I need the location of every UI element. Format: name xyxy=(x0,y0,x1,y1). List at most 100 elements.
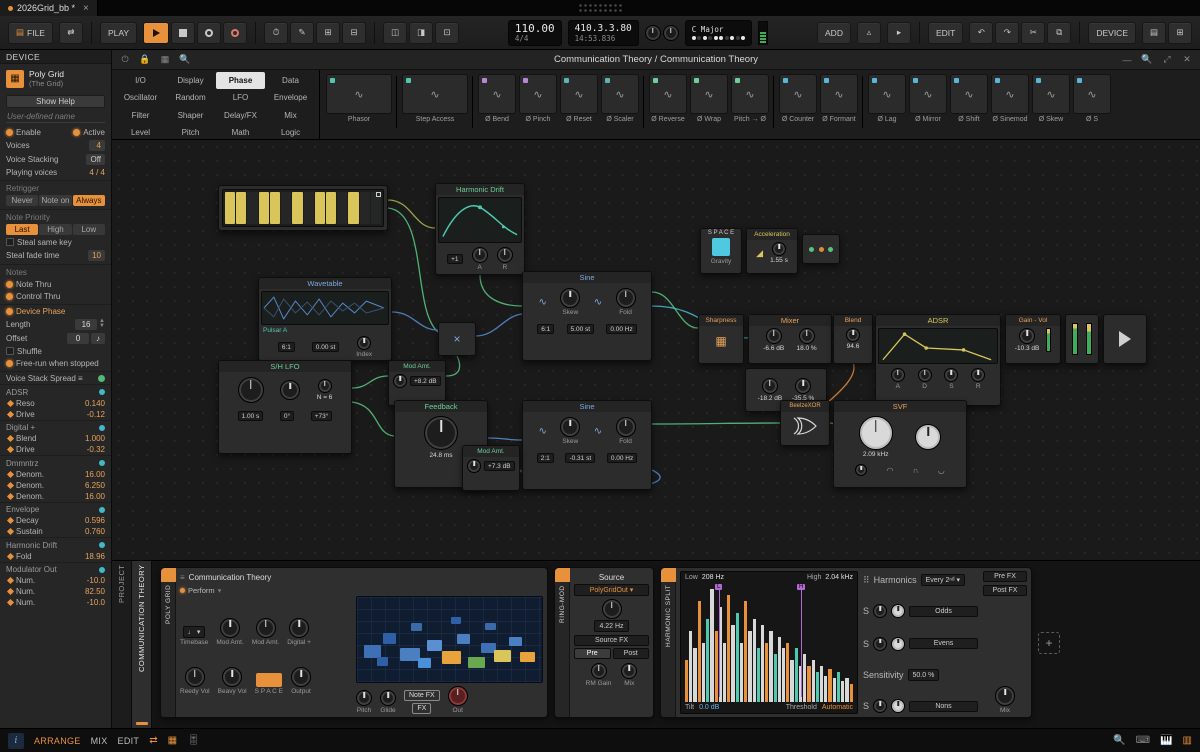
bandpass-icon[interactable]: ∩ xyxy=(913,466,919,475)
note-fx-slot[interactable]: Note FX xyxy=(404,690,440,701)
arrange-view-button[interactable]: ARRANGE xyxy=(34,736,81,746)
module-category-tab[interactable]: Random xyxy=(166,90,215,107)
close-project-icon[interactable]: × xyxy=(83,3,89,14)
blend-knob[interactable] xyxy=(846,328,860,342)
record-button[interactable] xyxy=(197,22,221,44)
cutoff-knob[interactable] xyxy=(859,416,893,450)
automation-write-button[interactable]: ✎ xyxy=(290,22,314,44)
enable-toggle[interactable] xyxy=(6,129,13,136)
mix-view-button[interactable]: MIX xyxy=(91,736,108,746)
preset-name[interactable]: Communication Theory xyxy=(189,573,272,582)
inspector-header[interactable]: DEVICE xyxy=(0,50,111,64)
perform-select[interactable]: Perform xyxy=(188,586,215,595)
ring-mod-strip[interactable]: RING-MOD xyxy=(555,568,570,717)
ratio-select[interactable]: 6:1 xyxy=(278,342,295,352)
ring-freq-value[interactable]: 4.22 Hz xyxy=(594,620,628,632)
palette-module-tile[interactable]: ∿ Step Access xyxy=(402,74,468,123)
tab-communication-theory[interactable]: COMMUNICATION THEORY xyxy=(132,561,152,728)
follow-button[interactable]: ▸ xyxy=(887,22,911,44)
module-svf[interactable]: SVF 2.09 kHz ◠ ∩ ◡ xyxy=(833,400,967,488)
punch-out-button[interactable]: ⊟ xyxy=(342,22,366,44)
rate-value[interactable]: 1.00 s xyxy=(238,411,264,421)
ring-freq-knob[interactable] xyxy=(602,599,622,619)
param-group-header[interactable]: Digital + xyxy=(0,420,111,434)
fx-slot[interactable]: FX xyxy=(412,703,431,714)
mixer-gain-knob[interactable] xyxy=(766,328,782,344)
file-menu-button[interactable]: ▤FILE xyxy=(8,22,53,44)
spread-mod-icon[interactable] xyxy=(98,375,105,382)
phase-knob[interactable] xyxy=(280,380,300,400)
add-track-button[interactable]: ADD xyxy=(817,22,851,44)
zoom-icon[interactable]: 🔍 xyxy=(1113,735,1125,746)
zoom-icon[interactable]: 🔍 xyxy=(1140,54,1154,65)
mixer-strip-icon[interactable]: 🎚 xyxy=(187,735,200,746)
param-row[interactable]: Num. -10.0 xyxy=(0,597,111,608)
pre-button[interactable]: Pre xyxy=(574,648,611,659)
ratio-select[interactable]: 2:1 xyxy=(537,453,554,463)
palette-module-tile[interactable]: ∿ Ø Skew xyxy=(1032,74,1070,123)
palette-module-tile[interactable]: ∿ Ø Lag xyxy=(868,74,906,123)
mod-amount-value[interactable]: +8.2 dB xyxy=(410,376,441,386)
tab-project[interactable]: PROJECT xyxy=(112,561,132,728)
module-mixer[interactable]: Mixer -6.6 dB 18.0 % xyxy=(748,314,832,364)
freq-value[interactable]: 0.00 Hz xyxy=(607,453,637,463)
edit-menu-button[interactable]: EDIT xyxy=(928,22,963,44)
time-signature[interactable]: 4/4 xyxy=(515,34,529,43)
pitch-knob[interactable] xyxy=(356,690,372,706)
param-row[interactable]: Drive -0.32 xyxy=(0,444,111,455)
tune-value[interactable]: 0.00 st xyxy=(312,342,340,352)
clip-grid-icon[interactable]: ▦ xyxy=(168,735,177,746)
high-freq-value[interactable]: 2.04 kHz xyxy=(825,574,853,581)
expand-device-button[interactable]: ⊞ xyxy=(1168,22,1192,44)
palette-module-tile[interactable]: ∿ Ø Reverse xyxy=(649,74,687,123)
lowpass-icon[interactable]: ◠ xyxy=(887,466,894,475)
low-split-marker[interactable]: L xyxy=(719,586,720,697)
palette-module-tile[interactable]: ∿ Ø Shift xyxy=(950,74,988,123)
device-enable-toggle[interactable] xyxy=(661,568,676,582)
module-category-tab[interactable]: I/O xyxy=(116,72,165,89)
active-toggle[interactable] xyxy=(73,129,80,136)
segment-option[interactable]: High xyxy=(39,224,71,235)
meter-panel-icon[interactable]: ▥ xyxy=(1183,735,1192,746)
device-harmonic-split[interactable]: HARMONIC SPLIT Low208 Hz High2.04 kHz L … xyxy=(660,567,1032,718)
segment-option[interactable]: Never xyxy=(6,195,38,206)
device-panel-button[interactable]: ▤ xyxy=(1142,22,1166,44)
param-group-header[interactable]: Dmmntrz xyxy=(0,455,111,469)
module-gates[interactable] xyxy=(218,185,388,231)
reedy-vol-knob[interactable] xyxy=(185,667,205,687)
palette-module-tile[interactable]: ∿ Ø Formant xyxy=(820,74,858,123)
add-device-button[interactable]: + xyxy=(1038,632,1060,654)
nons-width-knob[interactable] xyxy=(891,699,905,713)
resonance-knob[interactable] xyxy=(915,424,941,450)
palette-module-tile[interactable]: ∿ Ø Sinemod xyxy=(991,74,1029,123)
index-knob[interactable] xyxy=(357,336,371,350)
attack-knob[interactable] xyxy=(891,368,905,382)
control-thru-toggle[interactable] xyxy=(6,293,13,300)
module-category-tab[interactable]: Pitch xyxy=(166,125,215,142)
offset-unit[interactable]: ♪ xyxy=(91,333,105,344)
odds-gain-knob[interactable] xyxy=(873,604,887,618)
info-icon[interactable]: i xyxy=(8,733,24,749)
tempo-display[interactable]: 110.00 4/4 xyxy=(508,20,562,46)
param-row[interactable]: Blend 1.000 xyxy=(0,433,111,444)
level-knob[interactable] xyxy=(762,378,778,394)
beavy-vol-knob[interactable] xyxy=(222,667,242,687)
post-fx-button[interactable]: Post FX xyxy=(983,585,1027,596)
digital-plus-knob[interactable] xyxy=(289,618,309,638)
mod-amount-knob[interactable] xyxy=(467,459,481,473)
palette-module-tile[interactable]: ∿ Ø Counter xyxy=(779,74,817,123)
length-stepper[interactable]: ▲▼ xyxy=(99,319,105,329)
high-split-marker[interactable]: H xyxy=(801,586,802,697)
space-pad[interactable] xyxy=(712,238,730,256)
module-beelzexor[interactable]: BeelzeXOR xyxy=(780,400,830,446)
module-gain-vol[interactable]: Gain - Vol -10.3 dB xyxy=(1005,314,1061,364)
palette-module-tile[interactable]: ∿ Phasor xyxy=(326,74,392,123)
accel-time-knob[interactable] xyxy=(772,242,786,256)
palette-module-tile[interactable]: ∿ Ø Pinch xyxy=(519,74,557,123)
module-category-tab[interactable]: Envelope xyxy=(266,90,315,107)
gate-steps[interactable] xyxy=(223,190,383,226)
ratio-select[interactable]: 6:1 xyxy=(537,324,554,334)
module-meter[interactable] xyxy=(1065,314,1099,364)
phase-value[interactable]: 0° xyxy=(280,411,294,421)
module-audio-out[interactable] xyxy=(1103,314,1147,364)
